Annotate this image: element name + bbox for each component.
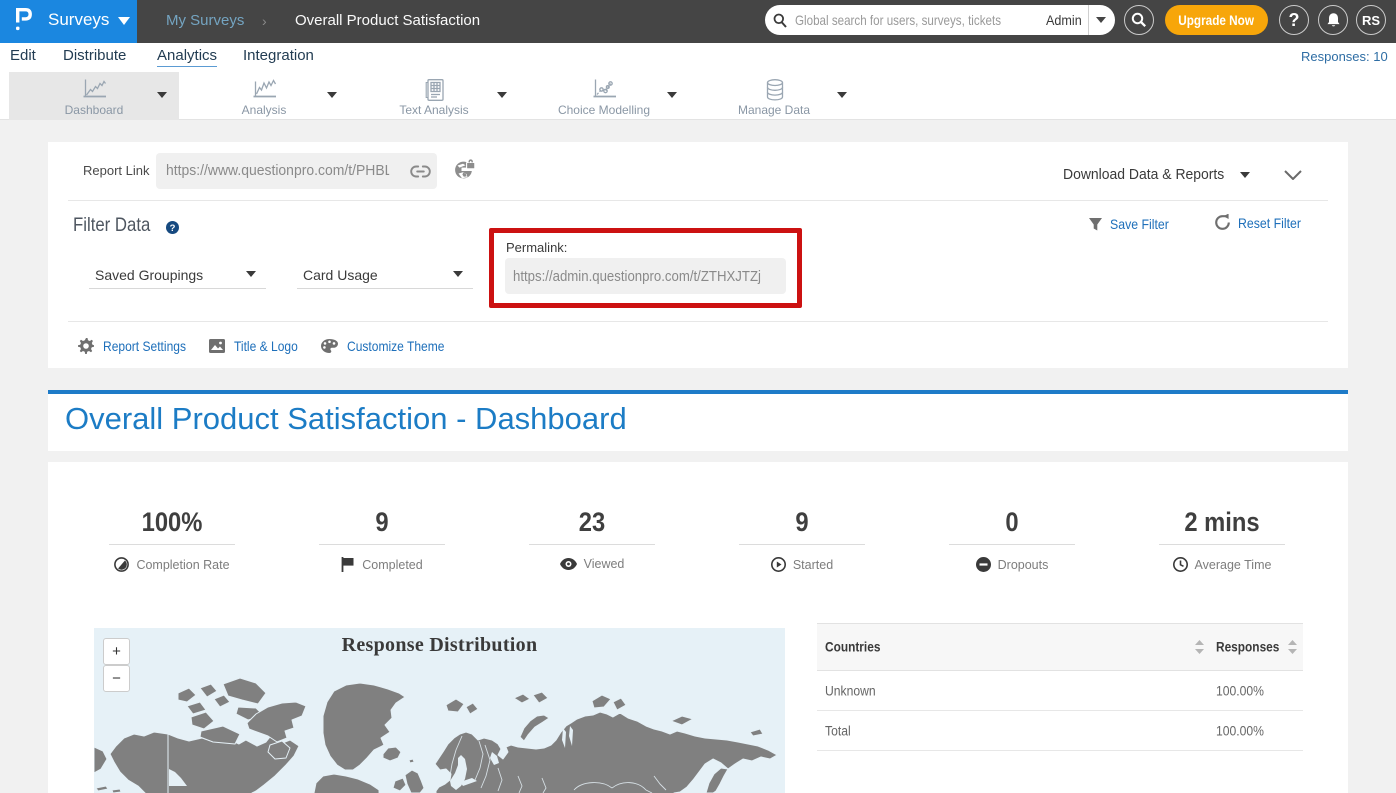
svg-text:?: ? bbox=[170, 223, 176, 234]
